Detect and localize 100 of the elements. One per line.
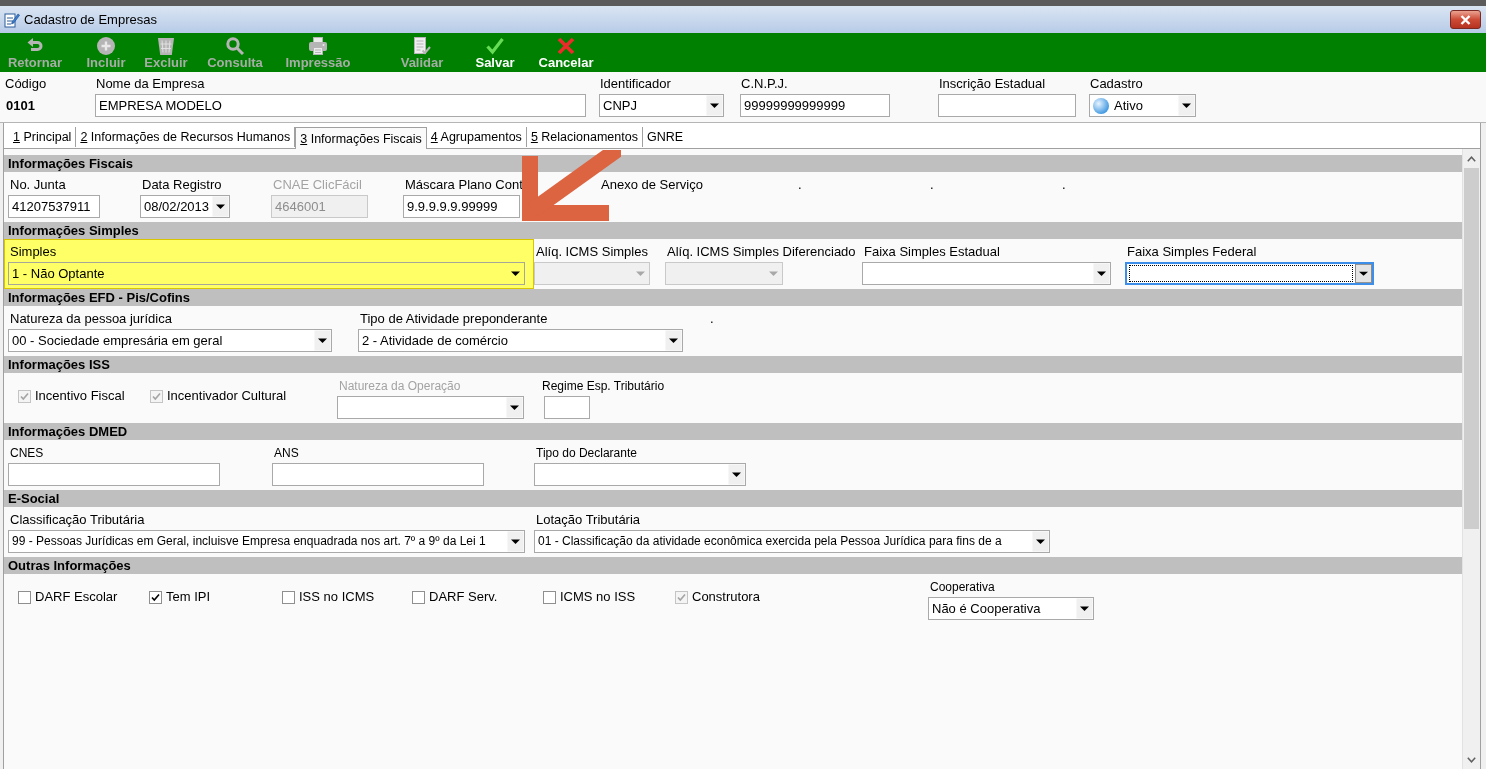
field-label: Classificação Tributária xyxy=(9,512,145,528)
field-label: Alíq. ICMS Simples xyxy=(535,244,648,260)
dropdown[interactable]: 99 - Pessoas Jurídicas em Geral, incluisve Empresa enquadrada nos art. 7º a 9º da Lei 1 xyxy=(8,530,525,553)
field-label: ANS xyxy=(273,445,299,461)
caret-icon[interactable] xyxy=(1032,531,1049,552)
checkbox[interactable] xyxy=(18,590,31,604)
field-label: C.N.P.J. xyxy=(740,76,788,92)
section-title: Informações EFD - Pis/Cofins xyxy=(8,289,191,306)
toolbar-button[interactable]: Cancelar xyxy=(536,33,596,72)
dropdown[interactable]: 08/02/2013 xyxy=(140,195,230,218)
field-label: Regime Esp. Tributário xyxy=(541,378,665,394)
checkbox-label: ICMS no ISS xyxy=(560,589,636,605)
checkbox-label: DARF Serv. xyxy=(429,589,498,605)
check-icon xyxy=(486,37,504,55)
text-field[interactable] xyxy=(8,463,220,486)
text-field[interactable]: 99999999999999 xyxy=(740,94,890,117)
checkbox-label: ISS no ICMS xyxy=(299,589,375,605)
field-label: Faixa Simples Federal xyxy=(1126,244,1257,260)
checkbox-label: DARF Escolar xyxy=(35,589,118,605)
checkbox-label: Construtora xyxy=(692,589,760,605)
text-field[interactable] xyxy=(272,463,484,486)
caret-icon[interactable] xyxy=(314,330,331,351)
text-field[interactable] xyxy=(938,94,1076,117)
checkbox-label: Incentivo Fiscal xyxy=(35,388,125,404)
tab[interactable]: GNRE xyxy=(642,127,688,147)
field-label: Natureza da Operação xyxy=(338,378,461,394)
chevron-up-icon[interactable] xyxy=(1467,156,1476,162)
caret-icon[interactable] xyxy=(212,196,229,217)
text-field[interactable]: EMPRESA MODELO xyxy=(95,94,586,117)
caret-icon[interactable] xyxy=(728,464,745,485)
search-icon xyxy=(226,37,244,55)
dropdown[interactable]: 01 - Classificação da atividade econômica exercida pela Pessoa Jurídica para fins de a xyxy=(534,530,1050,553)
scroll-thumb[interactable] xyxy=(1464,168,1479,529)
caret-icon[interactable] xyxy=(506,397,523,418)
text-field[interactable]: 9.9.9.9.9.99999 xyxy=(403,195,520,218)
checkbox[interactable] xyxy=(412,590,425,604)
dropdown[interactable]: Não é Cooperativa xyxy=(928,597,1094,620)
checklist-icon xyxy=(413,37,431,55)
caret-icon[interactable] xyxy=(507,531,524,552)
checkbox[interactable] xyxy=(543,590,556,604)
section-title: E-Social xyxy=(8,490,60,507)
caret-icon[interactable] xyxy=(1076,598,1093,619)
toolbar-button[interactable]: Salvar xyxy=(465,33,525,72)
printer-icon xyxy=(309,37,327,55)
field-label: Nome da Empresa xyxy=(95,76,205,92)
section-title: Informações DMED xyxy=(8,423,128,440)
field-label: Inscrição Estadual xyxy=(938,76,1046,92)
field-label: Cooperativa xyxy=(929,579,995,595)
document-pen-icon xyxy=(4,11,20,28)
dropdown[interactable]: Ativo xyxy=(1089,94,1196,117)
field-label: . xyxy=(797,177,802,193)
dropdown[interactable] xyxy=(1125,262,1374,285)
field-label: Máscara Plano Cont xyxy=(404,177,523,193)
close-button[interactable] xyxy=(1450,10,1481,29)
field-label: Faixa Simples Estadual xyxy=(863,244,1000,260)
checkbox[interactable] xyxy=(282,590,295,604)
section-title: Informações ISS xyxy=(8,356,110,373)
plus-circle-icon xyxy=(97,37,115,55)
tab[interactable]: 3 Informações Fiscais xyxy=(295,127,427,149)
tab[interactable]: 1 Principal xyxy=(9,127,77,147)
field-label: CNAE ClicFácil xyxy=(272,177,362,193)
field-label: Código xyxy=(4,76,47,92)
caret-icon[interactable] xyxy=(1093,263,1110,284)
caret-icon[interactable] xyxy=(1178,95,1195,116)
field-label: No. Junta xyxy=(9,177,66,193)
field-label: Alíq. ICMS Simples Diferenciado xyxy=(666,244,856,260)
caret-icon[interactable] xyxy=(1355,264,1372,283)
text-field[interactable]: 41207537911 xyxy=(8,195,100,218)
field-label: CNES xyxy=(9,445,44,461)
caret-icon[interactable] xyxy=(665,330,682,351)
field-label: Simples xyxy=(9,244,57,260)
field-label: Tipo de Atividade preponderante xyxy=(359,311,548,327)
field-label: Tipo do Declarante xyxy=(535,445,637,461)
section-title: Informações Simples xyxy=(8,222,139,239)
field-label: Natureza da pessoa jurídica xyxy=(9,311,172,327)
field-label: Cadastro xyxy=(1089,76,1143,92)
field-label: . xyxy=(1061,177,1066,193)
sphere-icon xyxy=(1093,97,1109,114)
section-title: Outras Informações xyxy=(8,557,131,574)
dropdown[interactable]: CNPJ xyxy=(599,94,724,117)
text-field[interactable] xyxy=(544,396,590,419)
checkbox[interactable] xyxy=(149,590,162,604)
checkbox-label: Incentivador Cultural xyxy=(167,388,287,404)
tab[interactable]: 4 Agrupamentos xyxy=(426,127,527,147)
field-label: . xyxy=(709,311,714,327)
tab[interactable]: 5 Relacionamentos xyxy=(526,127,643,147)
checkbox-label: Tem IPI xyxy=(166,589,211,605)
dropdown[interactable]: 2 - Atividade de comércio xyxy=(358,329,683,352)
field-label: Identificador xyxy=(599,76,671,92)
field-label: . xyxy=(929,177,934,193)
chevron-down-icon[interactable] xyxy=(1467,757,1476,763)
dropdown[interactable]: 00 - Sociedade empresária em geral xyxy=(8,329,332,352)
field-label: Anexo de Serviço xyxy=(600,177,703,193)
section-title: Informações Fiscais xyxy=(8,155,133,172)
caret-icon[interactable] xyxy=(706,95,723,116)
trash-icon xyxy=(157,37,175,55)
field-value: 0101 xyxy=(5,97,35,115)
dropdown[interactable]: 1 - Não Optante xyxy=(8,262,525,285)
window-title: Cadastro de Empresas xyxy=(24,12,158,27)
scrollbar[interactable] xyxy=(1462,149,1480,769)
